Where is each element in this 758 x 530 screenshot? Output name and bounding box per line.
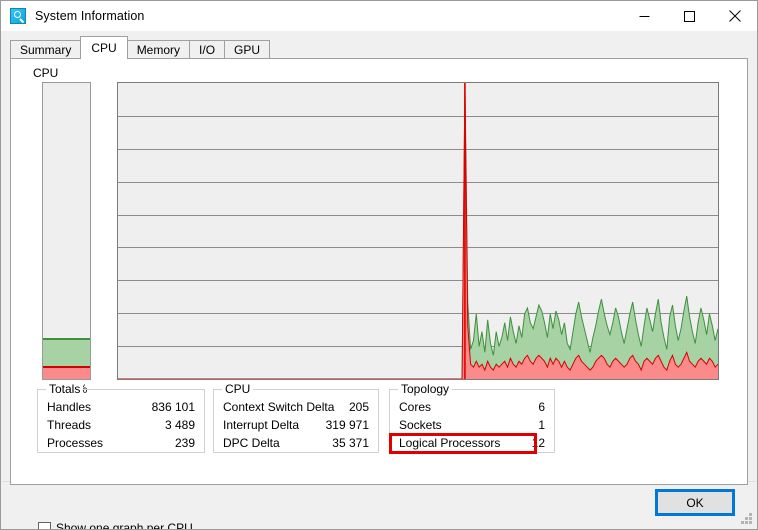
system-information-window: System Information Summary CPU Memory I/… [0,0,758,530]
totals-rows: Handles 836 101 Threads 3 489 Processes … [47,398,195,452]
table-row: Processes 239 [47,434,195,452]
window-controls [622,1,757,31]
cores-value: 6 [538,400,545,414]
handles-value: 836 101 [151,400,195,414]
context-switch-delta-label: Context Switch Delta [223,400,335,414]
table-row: Interrupt Delta 319 971 [223,416,369,434]
topology-rows: Cores 6 Sockets 1 Logical Processors 12 [399,398,545,452]
table-row: Handles 836 101 [47,398,195,416]
topology-group: Topology Cores 6 Sockets 1 Logical Proce… [389,383,555,453]
dpc-delta-label: DPC Delta [223,436,280,450]
tab-io[interactable]: I/O [189,40,226,59]
threads-value: 3 489 [164,418,195,432]
cpu-stats-rows: Context Switch Delta 205 Interrupt Delta… [223,398,369,452]
cpu-tab-page: CPU 13.97% Totals Handles 836 101 Thread… [10,58,748,529]
cpu-section-label: CPU [33,66,59,80]
tab-gpu[interactable]: GPU [224,40,271,59]
show-one-graph-per-cpu-row[interactable]: Show one graph per CPU [38,521,193,530]
logical-processors-value: 12 [531,436,545,450]
ok-button[interactable]: OK [655,489,735,516]
show-one-graph-per-cpu-label: Show one graph per CPU [56,521,193,530]
minimize-button[interactable] [622,1,667,31]
cpu-stats-group: CPU Context Switch Delta 205 Interrupt D… [213,383,379,453]
table-row: Sockets 1 [399,416,545,434]
dpc-delta-value: 35 371 [332,436,369,450]
maximize-button[interactable] [667,1,712,31]
processes-label: Processes [47,436,104,450]
topology-group-title: Topology [398,383,453,395]
tab-summary[interactable]: Summary [10,40,82,59]
cores-label: Cores [399,400,432,414]
sockets-value: 1 [538,418,545,432]
title-bar: System Information [1,1,757,31]
totals-group: Totals Handles 836 101 Threads 3 489 Pro… [37,383,205,453]
tab-strip: Summary CPU Memory I/O GPU [10,36,271,59]
close-button[interactable] [712,1,757,31]
threads-label: Threads [47,418,92,432]
gauge-kernel-fill [43,366,90,379]
tab-cpu[interactable]: CPU [80,36,128,59]
table-row: Context Switch Delta 205 [223,398,369,416]
table-row: Cores 6 [399,398,545,416]
totals-group-title: Totals [46,383,84,395]
table-row: Logical Processors 12 [399,434,545,452]
context-switch-delta-value: 205 [348,400,369,414]
cpu-history-graph [117,82,719,380]
cpu-group-title: CPU [222,383,254,395]
table-row: DPC Delta 35 371 [223,434,369,452]
interrupt-delta-value: 319 971 [325,418,369,432]
tab-memory[interactable]: Memory [126,40,191,59]
resize-grip[interactable] [740,513,753,526]
table-row: Threads 3 489 [47,416,195,434]
interrupt-delta-label: Interrupt Delta [223,418,300,432]
sockets-label: Sockets [399,418,442,432]
logical-processors-label: Logical Processors [399,436,501,450]
processes-value: 239 [174,436,195,450]
magnifier-icon [10,8,26,24]
window-title: System Information [35,9,145,23]
handles-label: Handles [47,400,92,414]
show-one-graph-per-cpu-checkbox[interactable] [38,521,51,529]
cpu-usage-gauge [42,82,91,380]
